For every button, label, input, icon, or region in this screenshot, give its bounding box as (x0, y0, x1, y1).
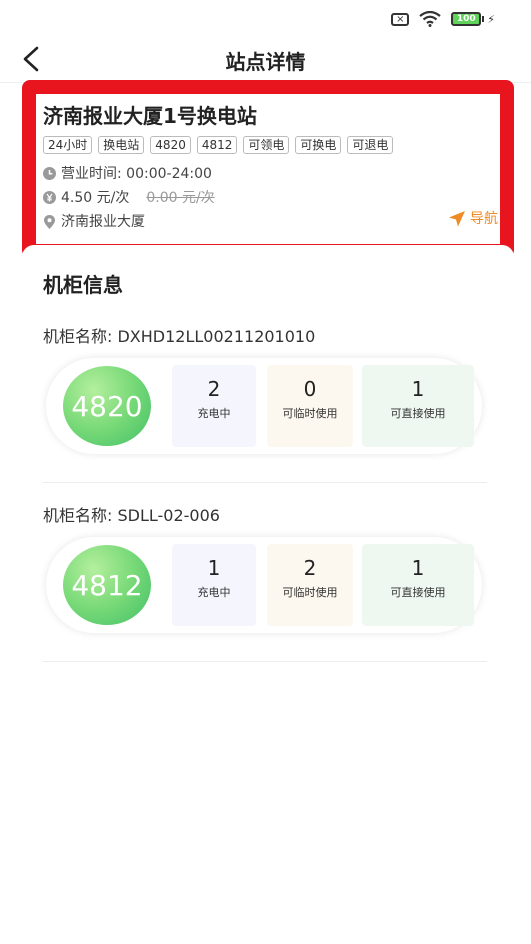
tag: 4812 (196, 136, 238, 154)
stat-available: 1 可直接使用 (362, 544, 474, 626)
business-hours-text: 营业时间: 00:00-24:00 (61, 166, 212, 182)
bolt-icon: ⚡ (487, 12, 495, 26)
page-title: 站点详情 (225, 50, 306, 74)
cabinet-name: 机柜名称: DXHD12LL00211201010 (43, 327, 316, 346)
status-bar: × 100 ⚡ (0, 0, 531, 36)
stat-temporary: 2 可临时使用 (267, 544, 353, 626)
yuan-icon (43, 190, 56, 204)
stat-label: 可直接使用 (390, 407, 446, 420)
stat-label: 充电中 (197, 407, 231, 420)
cabinet-panel: 4812 1 充电中 2 可临时使用 1 可直接使用 (46, 537, 482, 633)
address: 济南报业大厦 (61, 214, 145, 230)
stat-value: 1 (207, 556, 221, 580)
navigate-button[interactable]: 导航 (448, 208, 498, 228)
price-row: 4.50 元/次 0.00 元/次 (43, 187, 215, 207)
stat-charging: 1 充电中 (172, 544, 256, 626)
stat-label: 充电中 (197, 586, 231, 599)
battery-level: 100 (451, 12, 482, 26)
stat-charging: 2 充电中 (172, 365, 256, 447)
location-pin-icon (43, 214, 56, 229)
battery-icon: 100 ⚡ (451, 12, 495, 26)
stat-label: 可直接使用 (390, 586, 446, 599)
cabinet-name: 机柜名称: SDLL-02-006 (43, 506, 220, 525)
address-row: 济南报业大厦 (43, 211, 145, 231)
navigate-label: 导航 (470, 211, 498, 227)
price: 4.50 元/次 (61, 190, 130, 206)
divider (43, 661, 487, 662)
tag: 可换电 (295, 136, 342, 154)
station-name: 济南报业大厦1号换电站 (43, 104, 257, 128)
stat-value: 2 (303, 556, 317, 580)
tag: 可领电 (243, 136, 290, 154)
stat-label: 可临时使用 (282, 586, 338, 599)
nav-bar: 站点详情 (0, 36, 531, 83)
cabinet-panel: 4820 2 充电中 0 可临时使用 1 可直接使用 (46, 358, 482, 454)
divider (43, 482, 487, 483)
stat-available: 1 可直接使用 (362, 365, 474, 447)
station-card: 济南报业大厦1号换电站 24小时 换电站 4820 4812 可领电 可换电 可… (22, 80, 514, 258)
clock-icon (43, 166, 56, 180)
stat-temporary: 0 可临时使用 (267, 365, 353, 447)
sim-x-icon: × (391, 12, 410, 26)
stat-value: 1 (411, 377, 425, 401)
stat-label: 可临时使用 (282, 407, 338, 420)
cabinet-info-section: 机柜信息 机柜名称: DXHD12LL00211201010 4820 2 充电… (22, 245, 514, 685)
status-icons: × 100 ⚡ (391, 11, 495, 27)
section-title: 机柜信息 (43, 273, 123, 297)
wifi-icon (419, 11, 441, 27)
tag: 24小时 (43, 136, 93, 154)
tag: 可退电 (347, 136, 394, 154)
stat-value: 0 (303, 377, 317, 401)
stat-value: 1 (411, 556, 425, 580)
business-hours: 营业时间: 00:00-24:00 (43, 163, 212, 183)
original-price: 0.00 元/次 (146, 190, 215, 206)
station-tags: 24小时 换电站 4820 4812 可领电 可换电 可退电 (43, 136, 394, 154)
stat-value: 2 (207, 377, 221, 401)
tag: 换电站 (98, 136, 145, 154)
cabinet-model-badge: 4812 (63, 545, 151, 625)
cabinet-model-badge: 4820 (63, 366, 151, 446)
navigation-arrow-icon (449, 210, 465, 226)
tag: 4820 (150, 136, 191, 154)
